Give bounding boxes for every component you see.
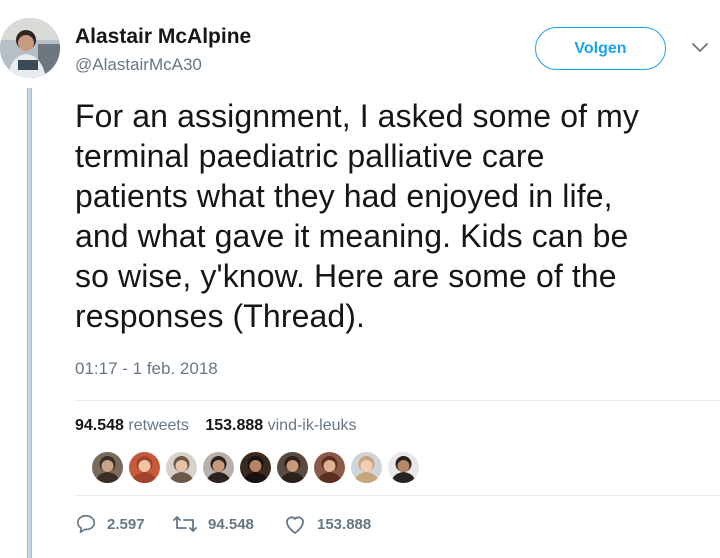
liker-avatar[interactable] [275, 450, 310, 485]
tweet-text-line: For an assignment, I asked some of my [75, 98, 639, 134]
like-count: 153.888 [317, 515, 372, 533]
retweet-count: 94.548 [208, 515, 254, 533]
tweet-timestamp[interactable]: 01:17 - 1 feb. 2018 [75, 359, 218, 379]
liker-avatar[interactable] [90, 450, 125, 485]
reply-count: 2.597 [107, 515, 145, 533]
retweets-count[interactable]: 94.548 [75, 417, 124, 434]
tweet-stats: 94.548 retweets 153.888 vind-ik-leuks [75, 417, 369, 435]
liker-avatar[interactable] [238, 450, 273, 485]
liker-avatar[interactable] [164, 450, 199, 485]
follow-button[interactable]: Volgen [535, 27, 666, 70]
author-handle[interactable]: @AlastairMcA30 [75, 55, 202, 75]
tweet-text-line: and what gave it meaning. Kids can be [75, 218, 629, 254]
retweet-icon [173, 516, 197, 532]
liker-avatar[interactable] [386, 450, 421, 485]
thread-line [27, 88, 32, 558]
tweet-actions: 2.597 94.548 153.888 [75, 510, 475, 538]
liker-avatar[interactable] [127, 450, 162, 485]
reply-button[interactable]: 2.597 [75, 510, 145, 538]
like-button[interactable]: 153.888 [283, 510, 371, 538]
divider [75, 400, 720, 401]
chevron-down-icon[interactable] [690, 40, 710, 56]
retweets-label[interactable]: retweets [128, 417, 188, 434]
liker-avatar[interactable] [201, 450, 236, 485]
tweet-text-line: terminal paediatric palliative care [75, 138, 545, 174]
likes-label[interactable]: vind-ik-leuks [268, 417, 357, 434]
tweet-text-line: responses (Thread). [75, 298, 366, 334]
tweet-text-line: patients what they had enjoyed in life, [75, 178, 613, 214]
liker-avatar[interactable] [312, 450, 347, 485]
liker-avatar[interactable] [349, 450, 384, 485]
author-name[interactable]: Alastair McAlpine [75, 25, 251, 49]
avatar[interactable] [0, 18, 60, 78]
heart-icon [286, 516, 304, 534]
tweet-text: For an assignment, I asked some of my te… [75, 96, 705, 336]
retweet-button[interactable]: 94.548 [172, 510, 254, 538]
tweet-text-line: so wise, y'know. Here are some of the [75, 258, 617, 294]
reply-icon [76, 514, 96, 534]
divider [75, 495, 720, 496]
likes-count[interactable]: 153.888 [205, 417, 263, 434]
